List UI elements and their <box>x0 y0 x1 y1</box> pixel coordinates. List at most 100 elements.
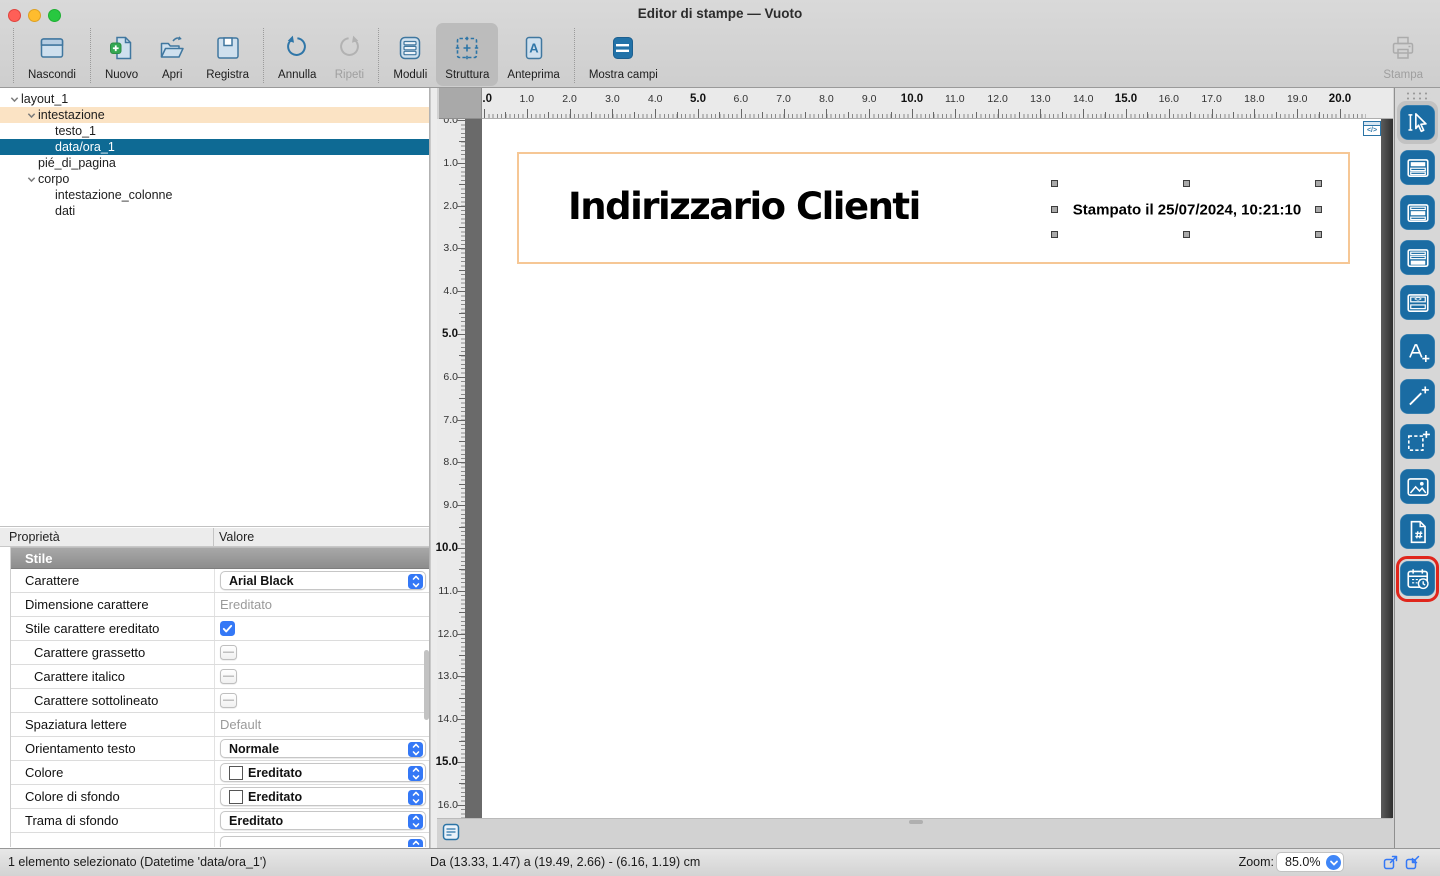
band-overview-icon[interactable] <box>442 823 460 846</box>
code-band-tool-button[interactable]: <> <box>1400 285 1435 320</box>
structure-icon <box>452 28 482 68</box>
v-ruler-label: 4.0 <box>434 285 458 297</box>
anteprima-button[interactable]: AAnteprima <box>498 23 568 86</box>
checkbox-checked[interactable] <box>220 621 235 636</box>
toolbar-button-label: Nuovo <box>105 69 138 81</box>
value-dropdown[interactable]: Ereditato <box>220 787 426 806</box>
moduli-button[interactable]: Moduli <box>384 23 436 86</box>
selection-handle[interactable] <box>1315 231 1322 238</box>
h-ruler-label: 18.0 <box>1241 93 1267 105</box>
selection-handle[interactable] <box>1183 180 1190 187</box>
toolbar-separator <box>90 28 91 83</box>
body-band-tool-button[interactable] <box>1400 195 1435 230</box>
property-row-colore: ColoreEreditato <box>11 761 430 785</box>
property-value: Normale <box>214 737 430 760</box>
h-ruler-half-tick <box>1276 112 1277 118</box>
main-toolbar: NascondiNuovoApriRegistraAnnullaRipetiMo… <box>0 23 1440 86</box>
v-ruler-label: 13.0 <box>434 670 458 682</box>
property-value: Default <box>214 713 430 736</box>
nascondi-button[interactable]: Nascondi <box>19 23 85 86</box>
h-ruler-half-tick <box>762 112 763 118</box>
chevron-down-icon[interactable] <box>1326 855 1341 870</box>
h-ruler-label: 12.0 <box>985 93 1011 105</box>
mixed-state-toggle[interactable]: — <box>220 669 237 684</box>
add-line-tool-button[interactable] <box>1400 379 1435 414</box>
inherited-value-text[interactable]: Ereditato <box>220 597 272 612</box>
datetime-field-text[interactable]: Stampato il 25/07/2024, 10:21:10 <box>1073 202 1301 219</box>
page-number-tool-button[interactable] <box>1400 514 1435 549</box>
select-tool-icon <box>1405 110 1431 136</box>
selection-handle[interactable] <box>1315 206 1322 213</box>
h-ruler-major-tick <box>826 109 827 118</box>
chevron-down-icon[interactable] <box>24 175 38 184</box>
selection-handle[interactable] <box>1183 231 1190 238</box>
selection-handle[interactable] <box>1315 180 1322 187</box>
v-ruler-label: 7.0 <box>434 414 458 426</box>
v-ruler-major-tick <box>457 206 465 207</box>
tree-item-layout-1[interactable]: layout_1 <box>0 91 430 107</box>
chevron-down-icon[interactable] <box>7 95 21 104</box>
style-section-header: Stile <box>11 547 430 569</box>
registra-button[interactable]: Registra <box>197 23 258 86</box>
footer-band-tool-button[interactable] <box>1400 240 1435 275</box>
horizontal-scroll-area[interactable] <box>437 818 1392 848</box>
svg-text:<>: <> <box>1414 296 1422 303</box>
selection-handle[interactable] <box>1051 206 1058 213</box>
annulla-button[interactable]: Annulla <box>269 23 325 86</box>
band-code-toggle-icon[interactable]: </> <box>1363 121 1381 136</box>
tree-item-intestazione-colonne[interactable]: intestazione_colonne <box>0 187 430 203</box>
nuovo-button[interactable]: Nuovo <box>96 23 147 86</box>
selection-handle[interactable] <box>1051 180 1058 187</box>
mostra-campi-button[interactable]: Mostra campi <box>580 23 667 86</box>
tree-item-intestazione[interactable]: intestazione <box>0 107 430 123</box>
add-image-tool-icon <box>1405 474 1431 500</box>
collapse-window-icon[interactable] <box>1404 853 1422 874</box>
value-dropdown[interactable]: Normale <box>220 739 426 758</box>
property-value: — <box>214 665 430 688</box>
selection-handle[interactable] <box>1051 231 1058 238</box>
tree-item-pi-di-pagina[interactable]: pié_di_pagina <box>0 155 430 171</box>
value-dropdown[interactable]: Ereditato <box>220 811 426 830</box>
report-title-text[interactable]: Indirizzario Clienti <box>568 185 920 228</box>
tree-item-data-ora-1[interactable]: data/ora_1 <box>0 139 430 155</box>
redo-icon <box>334 28 364 68</box>
select-tool-button[interactable] <box>1400 105 1435 140</box>
add-text-tool-button[interactable] <box>1400 334 1435 369</box>
v-ruler-label: 6.0 <box>434 371 458 383</box>
h-ruler-major-tick <box>484 109 485 118</box>
property-value: Ereditato <box>214 593 430 616</box>
property-value: Arial Black <box>214 569 430 592</box>
inherited-value-text[interactable]: Default <box>220 717 261 732</box>
chevron-down-icon[interactable] <box>24 111 38 120</box>
v-ruler-label: 1.0 <box>434 157 458 169</box>
tree-item-label: layout_1 <box>21 91 68 107</box>
header-band[interactable]: Indirizzario Clienti Stampato il 25/07/2… <box>517 152 1350 264</box>
struttura-button[interactable]: Struttura <box>436 23 498 86</box>
tree-item-dati[interactable]: dati <box>0 203 430 219</box>
tree-item-testo-1[interactable]: testo_1 <box>0 123 430 139</box>
mixed-state-toggle[interactable]: — <box>220 645 237 660</box>
v-ruler-major-tick <box>457 676 465 677</box>
scrollbar-thumb[interactable] <box>909 820 923 824</box>
stepper-icon <box>408 766 423 781</box>
apri-button[interactable]: Apri <box>147 23 197 86</box>
properties-scrollbar[interactable] <box>424 650 429 720</box>
value-dropdown[interactable] <box>220 836 426 848</box>
zoom-select[interactable]: 85.0% <box>1276 852 1344 872</box>
mixed-state-toggle[interactable]: — <box>220 693 237 708</box>
v-ruler-label: 8.0 <box>434 456 458 468</box>
h-ruler-label: 14.0 <box>1070 93 1096 105</box>
tree-item-corpo[interactable]: corpo <box>0 171 430 187</box>
toolbar-grip-handle[interactable] <box>1405 91 1431 100</box>
dropdown-value: Ereditato <box>248 766 302 780</box>
stampa-button: Stampa <box>1374 23 1432 86</box>
h-ruler-label: 8.0 <box>813 93 839 105</box>
add-rect-tool-button[interactable] <box>1400 424 1435 459</box>
header-band-tool-button[interactable] <box>1400 150 1435 185</box>
value-dropdown[interactable]: Arial Black <box>220 571 426 590</box>
expand-window-icon[interactable] <box>1382 853 1400 874</box>
h-ruler-half-tick <box>1062 112 1063 118</box>
add-image-tool-button[interactable] <box>1400 469 1435 504</box>
value-dropdown[interactable]: Ereditato <box>220 763 426 782</box>
layout-page[interactable]: Indirizzario Clienti Stampato il 25/07/2… <box>482 119 1381 818</box>
